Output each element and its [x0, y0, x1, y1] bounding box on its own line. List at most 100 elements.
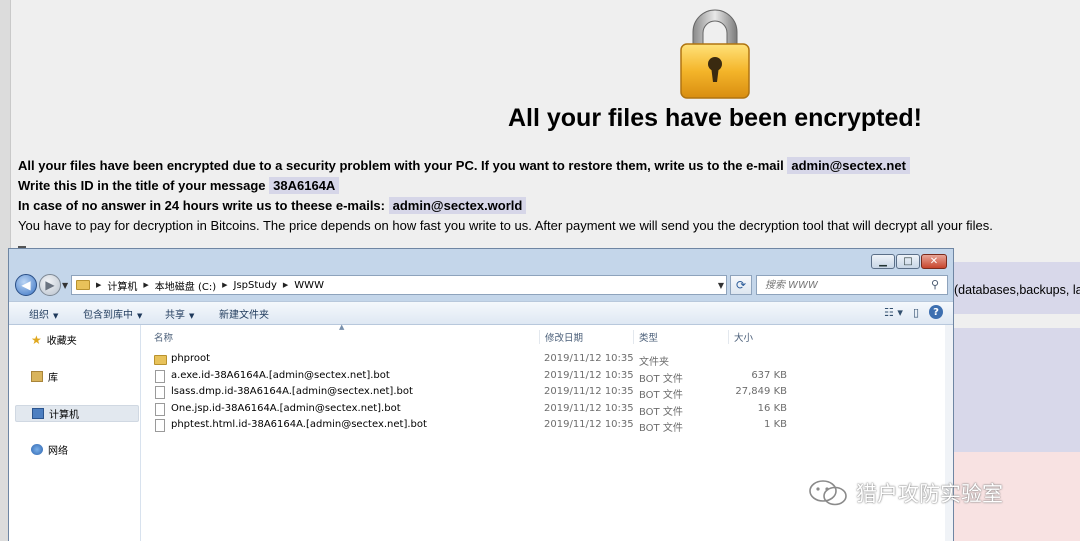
- chevron-right-icon[interactable]: ▶: [96, 281, 101, 289]
- file-modified: 2019/11/12 10:35: [544, 353, 634, 364]
- close-button[interactable]: ✕: [921, 254, 947, 269]
- chevron-right-icon[interactable]: ▶: [283, 281, 288, 289]
- restore-text: All your files have been encrypted due t…: [18, 158, 784, 173]
- back-button[interactable]: ◀: [15, 274, 37, 296]
- breadcrumb-jspstudy[interactable]: JspStudy: [234, 280, 277, 291]
- navigation-bar: ◀ ▶ ▼ ▶ 计算机 ▶ 本地磁盘 (C:) ▶ JspStudy ▶ WWW…: [9, 273, 953, 299]
- ransom-line-backup: In case of no answer in 24 hours write u…: [18, 197, 527, 214]
- window-controls: ▁ □ ✕: [871, 254, 947, 269]
- breadcrumb-local-disk[interactable]: 本地磁盘 (C:): [155, 278, 216, 293]
- computer-icon: [32, 408, 44, 419]
- file-modified: 2019/11/12 10:35: [544, 419, 634, 430]
- column-name[interactable]: 名称: [149, 330, 534, 344]
- include-library-label: 包含到库中: [83, 310, 133, 321]
- file-row[interactable]: phptest.html.id-38A6164A.[admin@sectex.n…: [149, 418, 953, 434]
- preview-pane-icon[interactable]: ▯: [913, 306, 919, 319]
- nav-item-favorites[interactable]: ★ 收藏夹: [15, 331, 139, 348]
- file-modified: 2019/11/12 10:35: [544, 386, 634, 397]
- recent-pages-icon[interactable]: ▼: [62, 281, 68, 290]
- file-modified: 2019/11/12 10:35: [544, 403, 634, 414]
- file-icon: [155, 386, 165, 399]
- file-type: BOT 文件: [639, 390, 683, 401]
- help-icon[interactable]: ?: [929, 305, 943, 319]
- folder-icon: [154, 355, 167, 365]
- file-type: 文件夹: [639, 357, 669, 368]
- breadcrumb-www[interactable]: WWW: [294, 280, 324, 291]
- minimize-button[interactable]: ▁: [871, 254, 895, 269]
- backup-text: In case of no answer in 24 hours write u…: [18, 198, 385, 213]
- share-button[interactable]: 共享 ▼: [165, 306, 194, 321]
- chevron-right-icon[interactable]: ▶: [143, 281, 148, 289]
- file-row[interactable]: a.exe.id-38A6164A.[admin@sectex.net].bot…: [149, 369, 953, 385]
- ransom-line-restore: All your files have been encrypted due t…: [18, 157, 910, 174]
- file-type: BOT 文件: [639, 374, 683, 385]
- file-size: 16 KB: [757, 403, 787, 414]
- ransom-line-payment: You have to pay for decryption in Bitcoi…: [18, 218, 993, 233]
- file-type: BOT 文件: [639, 407, 683, 418]
- view-controls: ☷ ▾ ▯ ?: [884, 305, 943, 319]
- breadcrumb-computer[interactable]: 计算机: [107, 278, 137, 293]
- chevron-down-icon: ▼: [137, 312, 143, 320]
- backup-email: admin@sectex.world: [388, 197, 527, 214]
- file-name: a.exe.id-38A6164A.[admin@sectex.net].bot: [171, 370, 390, 381]
- file-type: BOT 文件: [639, 423, 683, 434]
- share-label: 共享: [165, 310, 185, 321]
- file-row[interactable]: phproot 2019/11/12 10:35 文件夹: [149, 352, 953, 368]
- nav-libraries-label: 库: [48, 373, 58, 384]
- file-size: 1 KB: [764, 419, 787, 430]
- file-icon: [155, 403, 165, 416]
- forward-button[interactable]: ▶: [39, 274, 61, 296]
- note-band-2: [954, 328, 1080, 452]
- ransom-headline: All your files have been encrypted!: [507, 104, 922, 132]
- address-dropdown-icon[interactable]: ▼: [714, 275, 728, 295]
- organize-label: 组织: [29, 310, 49, 321]
- chevron-right-icon[interactable]: ▶: [222, 281, 227, 289]
- navigation-pane: ★ 收藏夹 库 计算机 网络: [9, 325, 141, 541]
- folder-icon: [76, 280, 90, 290]
- address-bar[interactable]: ▶ 计算机 ▶ 本地磁盘 (C:) ▶ JspStudy ▶ WWW: [71, 275, 727, 295]
- file-size: 27,849 KB: [735, 386, 787, 397]
- watermark-text: 猎户攻防实验室: [856, 482, 1003, 506]
- search-input[interactable]: [756, 275, 948, 295]
- command-bar: 组织 ▼ 包含到库中 ▼ 共享 ▼ 新建文件夹 ☷ ▾ ▯ ?: [9, 301, 953, 325]
- nav-item-network[interactable]: 网络: [15, 441, 139, 458]
- nav-favorites-label: 收藏夹: [46, 336, 77, 347]
- file-modified: 2019/11/12 10:35: [544, 370, 634, 381]
- network-icon: [31, 444, 43, 455]
- library-icon: [31, 371, 43, 382]
- search-icon[interactable]: ⚲: [931, 278, 939, 291]
- file-row[interactable]: One.jsp.id-38A6164A.[admin@sectex.net].b…: [149, 402, 953, 418]
- organize-button[interactable]: 组织 ▼: [29, 306, 58, 321]
- ransom-line-id: Write this ID in the title of your messa…: [18, 177, 340, 194]
- column-size[interactable]: 大小: [728, 330, 794, 344]
- nav-item-computer[interactable]: 计算机: [15, 405, 139, 422]
- file-name: phptest.html.id-38A6164A.[admin@sectex.n…: [171, 419, 427, 430]
- file-row[interactable]: lsass.dmp.id-38A6164A.[admin@sectex.net]…: [149, 385, 953, 401]
- nav-network-label: 网络: [48, 446, 68, 457]
- file-name: lsass.dmp.id-38A6164A.[admin@sectex.net]…: [171, 386, 413, 397]
- include-library-button[interactable]: 包含到库中 ▼: [83, 306, 142, 321]
- padlock-icon: [680, 9, 750, 99]
- id-text: Write this ID in the title of your messa…: [18, 178, 266, 193]
- new-folder-button[interactable]: 新建文件夹: [219, 306, 269, 321]
- maximize-button[interactable]: □: [896, 254, 920, 269]
- column-type[interactable]: 类型: [633, 330, 723, 344]
- refresh-button[interactable]: ⟳: [730, 275, 752, 295]
- column-modified[interactable]: 修改日期: [539, 330, 629, 344]
- file-icon: [155, 419, 165, 432]
- chevron-down-icon: ▼: [189, 312, 195, 320]
- chevron-down-icon: ▼: [53, 312, 59, 320]
- note-band-text: (databases,backups, larg: [954, 283, 1080, 297]
- nav-item-libraries[interactable]: 库: [15, 368, 139, 385]
- view-options-icon[interactable]: ☷ ▾: [884, 306, 903, 319]
- wechat-icon: [809, 480, 847, 506]
- nav-computer-label: 计算机: [49, 410, 79, 421]
- column-header: ▲ 名称 修改日期 类型 大小: [141, 323, 953, 347]
- file-name: One.jsp.id-38A6164A.[admin@sectex.net].b…: [171, 403, 401, 414]
- contact-email: admin@sectex.net: [787, 157, 910, 174]
- file-name: phproot: [171, 353, 211, 364]
- watermark: 猎户攻防实验室: [808, 476, 1003, 510]
- victim-id: 38A6164A: [269, 177, 340, 194]
- title-bar: ▁ □ ✕: [9, 249, 953, 271]
- file-icon: [155, 370, 165, 383]
